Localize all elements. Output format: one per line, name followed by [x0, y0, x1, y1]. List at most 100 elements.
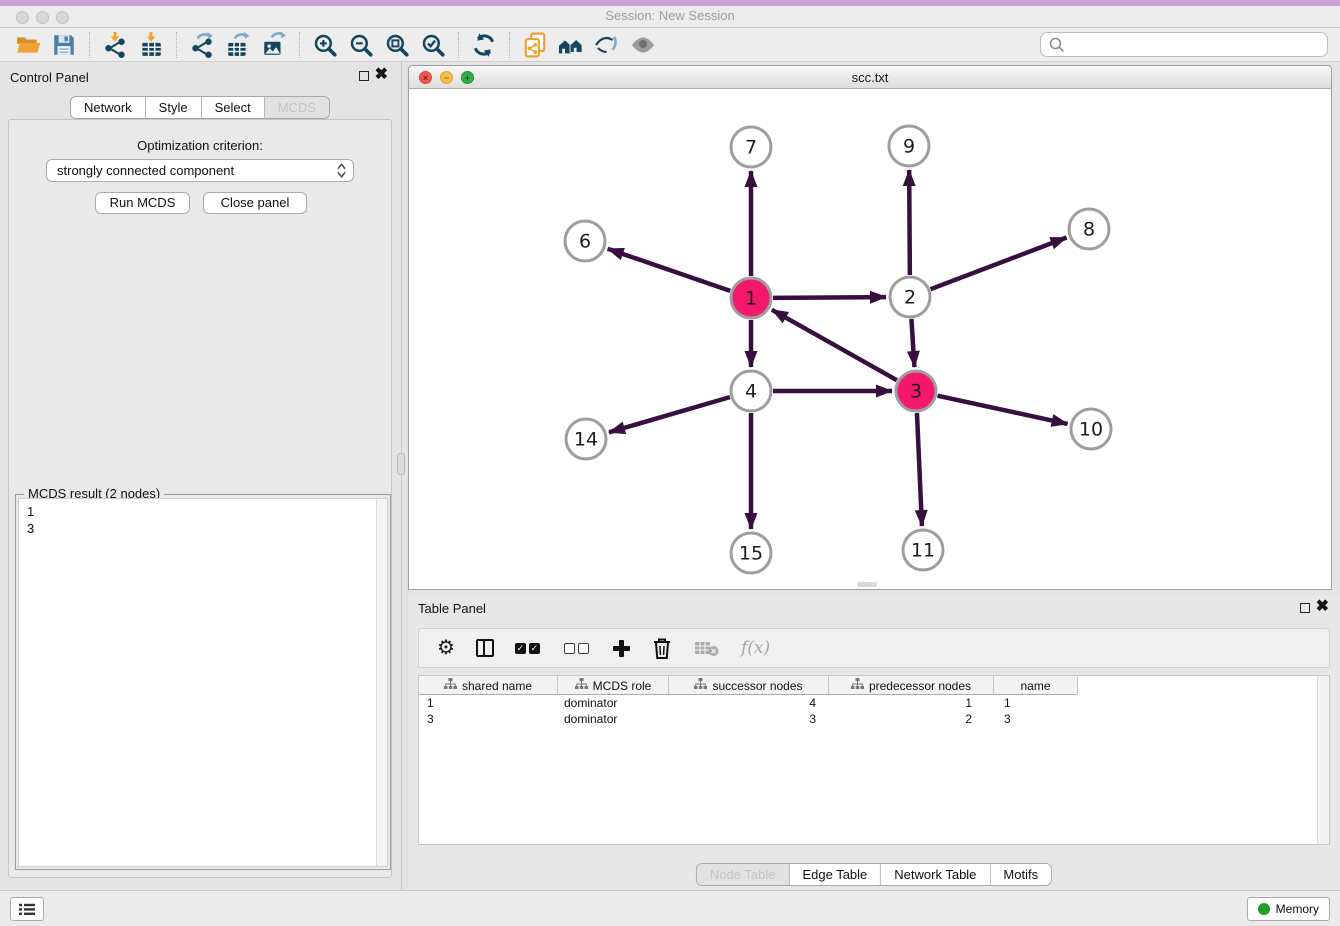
cell-mcds-role[interactable]: dominator: [558, 695, 669, 711]
panel-divider-handle[interactable]: [397, 453, 405, 475]
create-column-icon[interactable]: [613, 636, 630, 660]
memory-status-icon: [1258, 903, 1270, 915]
delete-columns-icon[interactable]: [651, 636, 673, 660]
criterion-dropdown[interactable]: strongly connected component: [46, 159, 354, 182]
column-header-label: name: [1020, 679, 1050, 693]
graph-edge-4-14[interactable]: [609, 397, 730, 432]
first-neighbors-icon[interactable]: [558, 32, 584, 58]
graph-edge-2-8[interactable]: [931, 238, 1067, 290]
cell-successor-nodes[interactable]: 4: [669, 695, 829, 711]
run-mcds-button[interactable]: Run MCDS: [95, 192, 190, 214]
control-panel-float-icon[interactable]: [359, 71, 369, 81]
column-settings-icon[interactable]: ⚙: [437, 636, 455, 660]
export-table-icon[interactable]: [225, 32, 251, 58]
column-header-mcds-role[interactable]: MCDS role: [558, 676, 669, 695]
table-panel: Table Panel ✖ ⚙ ✓✓ f(x) shared nameMCDS …: [408, 595, 1340, 890]
search-input[interactable]: [1070, 37, 1327, 52]
import-network-icon[interactable]: [102, 32, 128, 58]
tree-column-icon: [851, 678, 864, 693]
table-panel-close-icon[interactable]: ✖: [1316, 597, 1329, 617]
deselect-all-rows-icon[interactable]: [564, 636, 592, 660]
list-icon: [19, 903, 35, 916]
hide-selected-icon[interactable]: [594, 32, 620, 58]
tab-motifs[interactable]: Motifs: [990, 864, 1051, 885]
graph-edge-3-10[interactable]: [937, 396, 1067, 424]
column-header-label: MCDS role: [593, 679, 652, 693]
show-all-icon[interactable]: [630, 32, 656, 58]
network-scroll-handle[interactable]: [857, 582, 877, 587]
import-table-icon[interactable]: [138, 32, 164, 58]
column-header-label: shared name: [462, 679, 532, 693]
graph-node-label-14: 14: [574, 429, 598, 451]
table-row[interactable]: 1dominator411: [419, 695, 1329, 711]
memory-button[interactable]: Memory: [1247, 897, 1330, 921]
graph-edge-2-3[interactable]: [911, 319, 914, 367]
table-row[interactable]: 3dominator323: [419, 711, 1329, 727]
cell-successor-nodes[interactable]: 3: [669, 711, 829, 727]
zoom-in-icon[interactable]: [312, 32, 338, 58]
tab-network[interactable]: Network: [71, 97, 146, 118]
mcds-result-line: 1: [27, 503, 387, 520]
node-table: shared name MCDS role successor nodes prede…: [418, 675, 1330, 845]
graph-node-label-15: 15: [739, 543, 763, 565]
mcds-result-group: MCDS result (2 nodes) 13: [15, 494, 391, 870]
column-header-predecessor-nodes[interactable]: predecessor nodes: [829, 676, 994, 695]
clone-network-icon[interactable]: [522, 32, 548, 58]
memory-label: Memory: [1276, 902, 1319, 916]
zoom-selected-icon[interactable]: [420, 32, 446, 58]
network-canvas[interactable]: 7968124314101511: [409, 89, 1331, 589]
main-toolbar: [0, 28, 1340, 62]
table-panel-float-icon[interactable]: [1300, 603, 1310, 613]
result-scrollbar[interactable]: [376, 499, 387, 866]
zoom-fit-icon[interactable]: [384, 32, 410, 58]
graph-edge-3-11[interactable]: [917, 413, 922, 526]
graph-node-label-11: 11: [911, 540, 935, 562]
graph-edge-2-9[interactable]: [909, 170, 910, 275]
zoom-out-icon[interactable]: [348, 32, 374, 58]
search-field[interactable]: [1040, 32, 1328, 57]
cell-predecessor-nodes[interactable]: 1: [829, 695, 994, 711]
cell-mcds-role[interactable]: dominator: [558, 711, 669, 727]
table-panel-mode-icon[interactable]: [476, 636, 494, 660]
cell-name[interactable]: 3: [994, 711, 1078, 727]
table-scrollbar[interactable]: [1317, 676, 1329, 844]
cell-shared-name[interactable]: 3: [419, 711, 558, 727]
cell-shared-name[interactable]: 1: [419, 695, 558, 711]
tab-node-table[interactable]: Node Table: [697, 864, 790, 885]
graph-edge-3-1[interactable]: [772, 310, 897, 380]
graph-edge-1-2[interactable]: [773, 297, 886, 298]
control-panel-tabs: NetworkStyleSelectMCDS: [70, 96, 330, 119]
tab-select[interactable]: Select: [202, 97, 265, 118]
apply-layout-icon[interactable]: [471, 32, 497, 58]
export-network-icon[interactable]: [189, 32, 215, 58]
mcds-result-line: 3: [27, 520, 387, 537]
control-panel-close-icon[interactable]: ✖: [375, 65, 388, 85]
tab-edge-table[interactable]: Edge Table: [789, 864, 881, 885]
column-header-successor-nodes[interactable]: successor nodes: [669, 676, 829, 695]
tab-network-table[interactable]: Network Table: [881, 864, 990, 885]
column-header-shared-name[interactable]: shared name: [419, 676, 558, 695]
close-panel-button[interactable]: Close panel: [203, 192, 307, 214]
export-image-icon[interactable]: [261, 32, 287, 58]
save-session-icon[interactable]: [51, 32, 77, 58]
network-window-titlebar[interactable]: × − + scc.txt: [409, 66, 1331, 89]
column-header-name[interactable]: name: [994, 676, 1078, 695]
cell-name[interactable]: 1: [994, 695, 1078, 711]
toolbar-separator: [176, 32, 177, 58]
mcds-result-lines: 13: [19, 499, 387, 537]
table-header-row: shared name MCDS role successor nodes prede…: [419, 676, 1078, 695]
cytoscape-window: Session: New Session: [0, 0, 1340, 926]
column-header-label: successor nodes: [712, 679, 802, 693]
control-panel-header: Control Panel ✖: [0, 62, 400, 92]
cell-predecessor-nodes[interactable]: 2: [829, 711, 994, 727]
optimization-criterion-label: Optimization criterion:: [9, 138, 391, 153]
tab-mcds[interactable]: MCDS: [265, 97, 329, 118]
select-all-rows-icon[interactable]: ✓✓: [515, 636, 543, 660]
graph-edge-1-6[interactable]: [608, 249, 730, 291]
tree-column-icon: [694, 678, 707, 693]
tree-column-icon: [444, 678, 457, 693]
open-session-icon[interactable]: [15, 32, 41, 58]
tab-style[interactable]: Style: [146, 97, 202, 118]
task-history-button[interactable]: [10, 897, 44, 921]
mcds-result-box[interactable]: 13: [18, 498, 388, 867]
